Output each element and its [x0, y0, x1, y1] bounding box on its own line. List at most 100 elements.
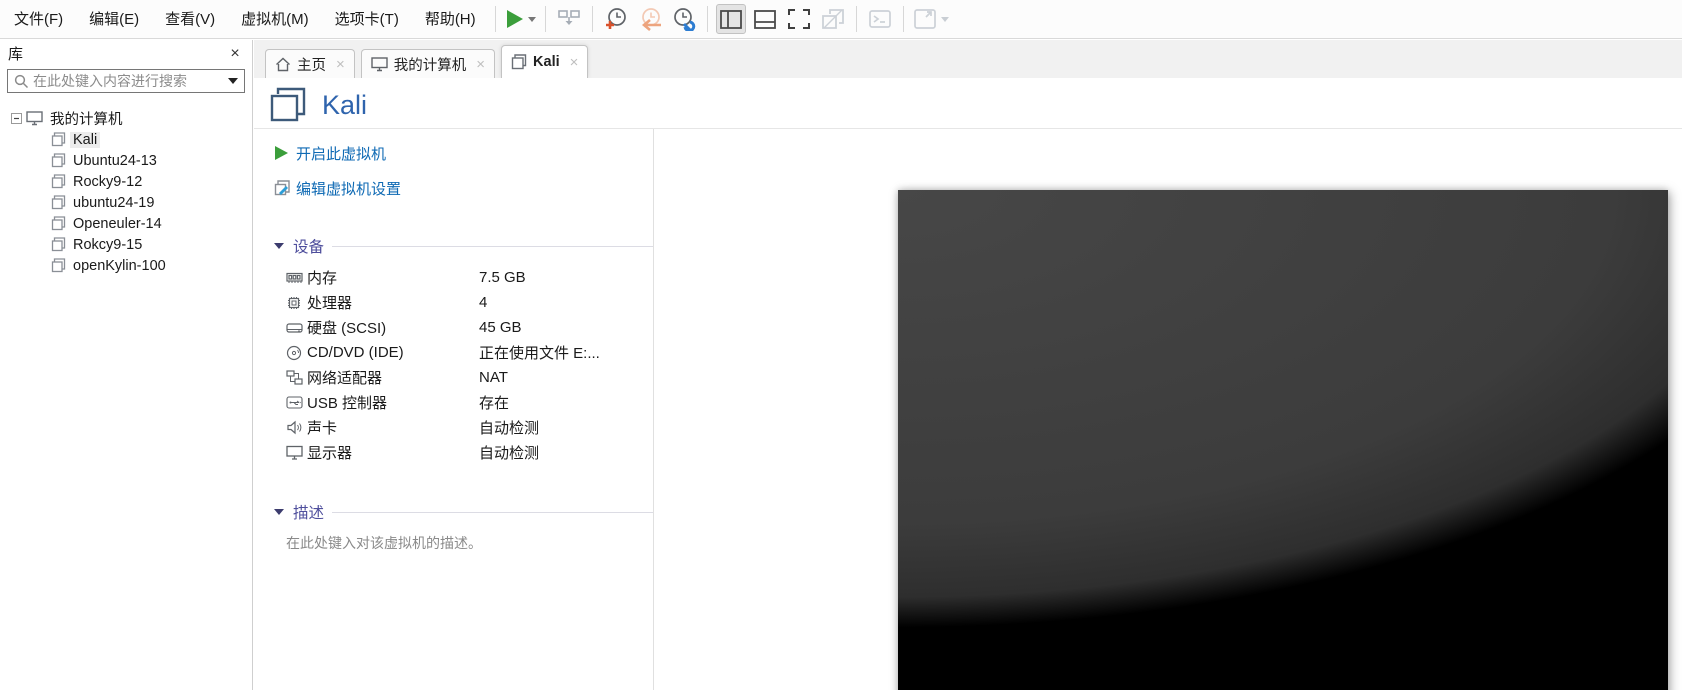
home-icon: [275, 57, 291, 72]
device-label: 硬盘 (SCSI): [307, 320, 387, 337]
vm-icon: [51, 153, 66, 168]
device-row-network-adapter[interactable]: 网络适配器 NAT: [274, 365, 654, 390]
menu-help[interactable]: 帮助(H): [412, 0, 489, 39]
vm-screen-thumbnail[interactable]: [898, 190, 1668, 690]
vm-icon: [51, 132, 66, 147]
show-library-button[interactable]: [715, 4, 746, 34]
unity-mode-icon: [821, 8, 845, 30]
device-value: 存在: [479, 395, 510, 412]
tree-node-vm[interactable]: Rocky9-12: [0, 171, 252, 192]
tree-node-vm[interactable]: openKylin-100: [0, 255, 252, 276]
device-row-memory[interactable]: 内存 7.5 GB: [274, 265, 654, 290]
device-row-display[interactable]: 显示器 自动检测: [274, 440, 654, 465]
play-icon: [274, 145, 296, 161]
menu-bar: 文件(F) 编辑(E) 查看(V) 虚拟机(M) 选项卡(T) 帮助(H): [0, 0, 1682, 39]
collapse-caret-icon[interactable]: [274, 243, 284, 249]
network-adapter-icon: [286, 370, 307, 385]
device-value: 正在使用文件 E:...: [479, 345, 600, 362]
device-row-hard-disk[interactable]: 硬盘 (SCSI) 45 GB: [274, 315, 654, 340]
tab-label: 主页: [297, 57, 326, 74]
library-panel-icon: [719, 9, 743, 30]
tab-home[interactable]: 主页 ×: [265, 49, 355, 78]
description-placeholder[interactable]: 在此处键入对该虚拟机的描述。: [274, 533, 654, 553]
revert-snapshot-button[interactable]: [635, 4, 665, 34]
tab-strip: 主页 × 我的计算机 × Kali ×: [254, 40, 1682, 78]
fit-guest-caret-icon: [940, 16, 949, 22]
device-value: NAT: [479, 369, 508, 386]
tab-close-icon[interactable]: ×: [336, 56, 345, 73]
usb-icon: [286, 395, 307, 410]
device-row-usb-controller[interactable]: USB 控制器 存在: [274, 390, 654, 415]
description-section-title[interactable]: 描述: [293, 501, 324, 523]
library-search-box[interactable]: [7, 69, 245, 93]
tree-node-label[interactable]: Rokcy9-15: [70, 237, 145, 253]
toolbar-separator: [855, 6, 857, 32]
library-search-input[interactable]: [33, 73, 228, 89]
edit-vm-settings-link[interactable]: 编辑虚拟机设置: [274, 177, 654, 199]
menu-file[interactable]: 文件(F): [0, 0, 76, 39]
fullscreen-button[interactable]: [784, 4, 814, 34]
power-on-button[interactable]: [504, 4, 537, 34]
device-row-processors[interactable]: 处理器 4: [274, 290, 654, 315]
tree-node-label[interactable]: openKylin-100: [70, 258, 169, 274]
tree-node-label[interactable]: ubuntu24-19: [70, 195, 157, 211]
description-section: 描述 在此处键入对该虚拟机的描述。: [274, 501, 654, 553]
tab-kali[interactable]: Kali ×: [501, 45, 589, 78]
vm-icon: [51, 258, 66, 273]
take-snapshot-button[interactable]: [601, 4, 631, 34]
toolbar-separator: [902, 6, 904, 32]
fit-guest-button: [912, 4, 950, 34]
device-value: 4: [479, 294, 488, 311]
snapshot-manager-button[interactable]: [669, 4, 699, 34]
device-label: 内存: [307, 270, 338, 287]
tab-my-computer[interactable]: 我的计算机 ×: [360, 49, 496, 78]
tree-collapse-icon[interactable]: [11, 113, 22, 124]
toolbar-separator: [706, 6, 708, 32]
tree-node-vm[interactable]: ubuntu24-19: [0, 192, 252, 213]
search-dropdown-caret-icon[interactable]: [228, 78, 238, 84]
power-on-vm-label[interactable]: 开启此虚拟机: [296, 143, 386, 164]
divider: [332, 511, 654, 513]
tree-node-vm[interactable]: Kali: [0, 129, 252, 150]
device-row-sound-card[interactable]: 声卡 自动检测: [274, 415, 654, 440]
processor-icon: [286, 295, 307, 311]
device-label: CD/DVD (IDE): [307, 344, 404, 361]
toolbar-separator: [494, 6, 496, 32]
library-close-icon[interactable]: ×: [226, 45, 244, 63]
tree-node-vm[interactable]: Rokcy9-15: [0, 234, 252, 255]
menu-view[interactable]: 查看(V): [152, 0, 228, 39]
tree-node-label[interactable]: Ubuntu24-13: [70, 153, 160, 169]
tree-node-vm[interactable]: Openeuler-14: [0, 213, 252, 234]
menu-edit[interactable]: 编辑(E): [76, 0, 152, 39]
tree-node-label[interactable]: Rocky9-12: [70, 174, 145, 190]
tab-label: 我的计算机: [393, 57, 467, 74]
vm-icon: [51, 195, 66, 210]
device-label: 显示器: [307, 445, 353, 462]
tree-node-label[interactable]: Openeuler-14: [70, 216, 165, 232]
tab-close-icon[interactable]: ×: [570, 54, 579, 71]
main-area: 主页 × 我的计算机 × Kali × Kali 开启此虚拟机 编辑虚拟机设置 …: [254, 40, 1682, 690]
display-icon: [286, 445, 307, 460]
send-ctrl-alt-del-button[interactable]: [554, 4, 584, 34]
console-icon: [868, 9, 892, 29]
power-on-vm-link[interactable]: 开启此虚拟机: [274, 142, 654, 164]
tree-node-label[interactable]: 我的计算机: [47, 108, 126, 129]
edit-settings-icon: [274, 179, 296, 197]
tab-close-icon[interactable]: ×: [476, 56, 485, 73]
device-row-cd-dvd[interactable]: CD/DVD (IDE) 正在使用文件 E:...: [274, 340, 654, 365]
devices-section-title[interactable]: 设备: [293, 235, 324, 257]
tree-node-vm[interactable]: Ubuntu24-13: [0, 150, 252, 171]
revert-snapshot-icon: [637, 7, 663, 31]
tree-node-label[interactable]: Kali: [70, 131, 101, 148]
collapse-caret-icon[interactable]: [274, 509, 284, 515]
edit-vm-settings-label[interactable]: 编辑虚拟机设置: [296, 178, 401, 199]
device-value: 45 GB: [479, 319, 522, 336]
device-label: USB 控制器: [307, 395, 388, 412]
menu-tabs[interactable]: 选项卡(T): [322, 0, 412, 39]
menu-vm[interactable]: 虚拟机(M): [228, 0, 322, 39]
show-thumbnail-bar-button[interactable]: [750, 4, 780, 34]
memory-icon: [286, 271, 307, 285]
tree-node-my-computer[interactable]: 我的计算机: [0, 108, 252, 129]
power-dropdown-caret-icon[interactable]: [527, 16, 536, 22]
vm-icon: [51, 216, 66, 231]
